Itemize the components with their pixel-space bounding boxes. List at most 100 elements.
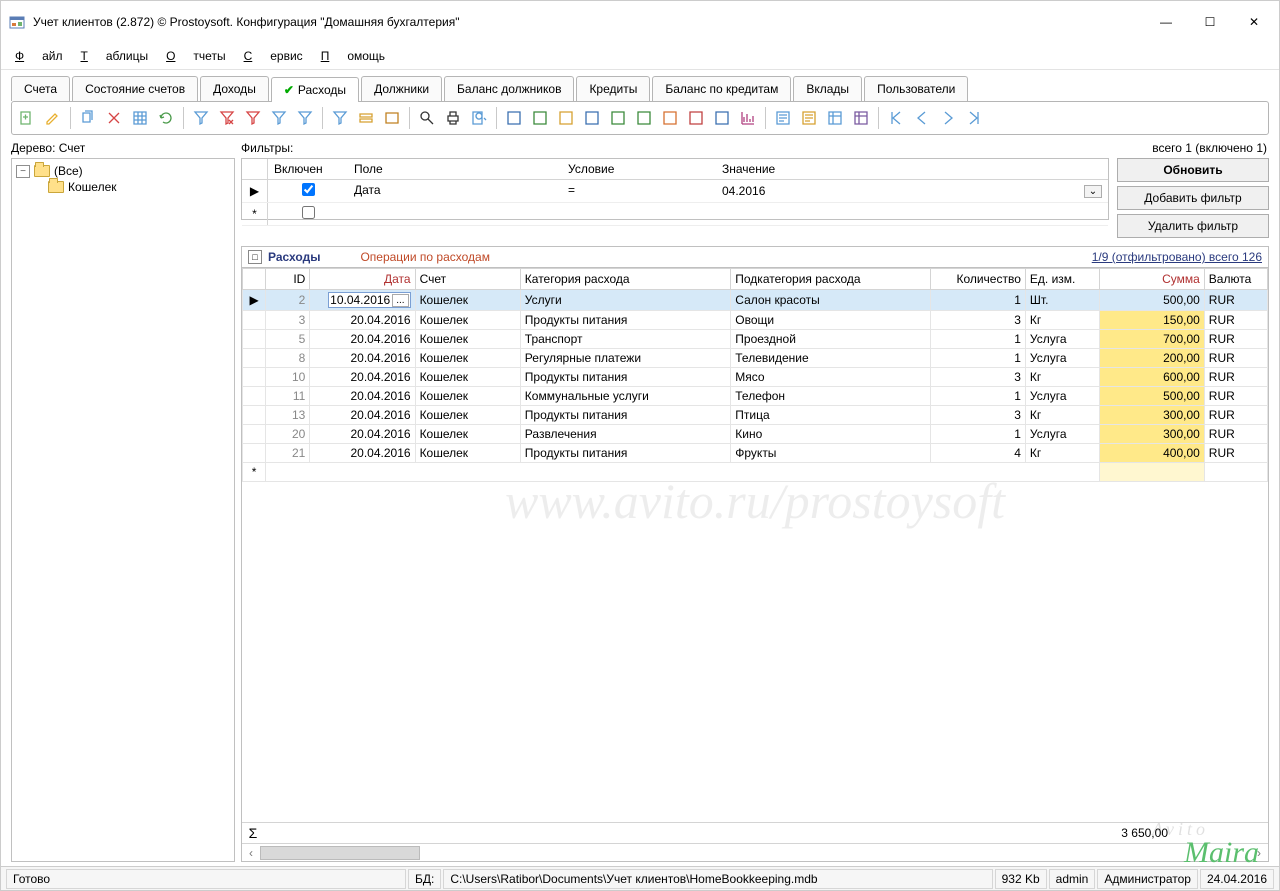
cell-acct[interactable]: Кошелек [415,406,520,425]
nav-next-icon[interactable] [936,106,960,130]
export-pdf-icon[interactable] [684,106,708,130]
menu-Файл[interactable]: Файл [15,49,63,63]
tab-Состояние счетов[interactable]: Состояние счетов [72,76,198,101]
col-cat[interactable]: Категория расхода [520,269,730,290]
cell-sum[interactable]: 700,00 [1099,330,1204,349]
cell-unit[interactable]: Услуга [1025,349,1099,368]
data-grid[interactable]: ID Дата Счет Категория расхода Подкатего… [241,267,1269,862]
tab-Кредиты[interactable]: Кредиты [576,76,650,101]
cell-sum[interactable]: 300,00 [1099,425,1204,444]
cell-cat[interactable]: Продукты питания [520,311,730,330]
cell-date[interactable]: 20.04.2016 [310,425,415,444]
cell-unit[interactable]: Услуга [1025,387,1099,406]
col-qty[interactable]: Количество [931,269,1026,290]
tab-Расходы[interactable]: Расходы [271,77,359,102]
table-row[interactable]: 820.04.2016КошелекРегулярные платежиТеле… [243,349,1268,368]
col-unit[interactable]: Ед. изм. [1025,269,1099,290]
filter-icon[interactable] [189,106,213,130]
cell-qty[interactable]: 1 [931,349,1026,368]
scroll-left-icon[interactable]: ‹ [242,846,260,860]
update-button[interactable]: Обновить [1117,158,1269,182]
delete-icon[interactable] [102,106,126,130]
cell-cur[interactable]: RUR [1204,349,1267,368]
table-row[interactable]: 2120.04.2016КошелекПродукты питанияФрукт… [243,444,1268,463]
cell-id[interactable]: 3 [266,311,310,330]
refresh-icon[interactable] [154,106,178,130]
cell-cur[interactable]: RUR [1204,330,1267,349]
cell-cur[interactable]: RUR [1204,290,1267,311]
cell-cat[interactable]: Продукты питания [520,406,730,425]
chart-icon[interactable] [736,106,760,130]
cell-unit[interactable]: Кг [1025,406,1099,425]
cell-qty[interactable]: 1 [931,290,1026,311]
cell-date[interactable]: 20.04.2016 [310,311,415,330]
nav-prev-icon[interactable] [910,106,934,130]
table-row[interactable]: 1020.04.2016КошелекПродукты питанияМясо3… [243,368,1268,387]
filter-clear-icon[interactable] [241,106,265,130]
minimize-button[interactable]: — [1145,9,1187,35]
cell-subcat[interactable]: Птица [731,406,931,425]
cell-unit[interactable]: Услуга [1025,425,1099,444]
cell-id[interactable]: 13 [266,406,310,425]
menu-Помощь[interactable]: Помощь [321,49,385,63]
new-row[interactable]: * [243,463,1268,482]
section-stat[interactable]: 1/9 (отфильтровано) всего 126 [1092,250,1262,264]
cell-unit[interactable]: Услуга [1025,330,1099,349]
cell-subcat[interactable]: Мясо [731,368,931,387]
cell-id[interactable]: 20 [266,425,310,444]
col-acct[interactable]: Счет [415,269,520,290]
cell-date[interactable]: 20.04.2016 [310,368,415,387]
cell-id[interactable]: 21 [266,444,310,463]
cell-subcat[interactable]: Овощи [731,311,931,330]
menu-Отчеты[interactable]: Отчеты [166,49,226,63]
dropdown-icon[interactable]: ⌄ [1084,185,1102,198]
filter-col-field[interactable]: Поле [348,159,562,179]
cell-sum[interactable]: 200,00 [1099,349,1204,368]
cell-subcat[interactable]: Кино [731,425,931,444]
col-cur[interactable]: Валюта [1204,269,1267,290]
cell-cur[interactable]: RUR [1204,387,1267,406]
table-row[interactable]: 1320.04.2016КошелекПродукты питанияПтица… [243,406,1268,425]
scroll-right-icon[interactable]: › [1250,846,1268,860]
col-sum[interactable]: Сумма [1099,269,1204,290]
cell-qty[interactable]: 1 [931,425,1026,444]
section-toggle-icon[interactable]: □ [248,250,262,264]
cell-acct[interactable]: Кошелек [415,330,520,349]
cell-cur[interactable]: RUR [1204,311,1267,330]
cell-subcat[interactable]: Телефон [731,387,931,406]
filter-col-enabled[interactable]: Включен [268,159,348,179]
cell-sum[interactable]: 600,00 [1099,368,1204,387]
cell-date[interactable]: 20.04.2016 [310,406,415,425]
tab-Доходы[interactable]: Доходы [200,76,269,101]
cell-cur[interactable]: RUR [1204,368,1267,387]
cell-cat[interactable]: Транспорт [520,330,730,349]
tab-Пользователи[interactable]: Пользователи [864,76,968,101]
table-row[interactable]: 520.04.2016КошелекТранспортПроездной1Усл… [243,330,1268,349]
export-word-icon[interactable] [502,106,526,130]
menu-Сервис[interactable]: Сервис [244,49,303,63]
cell-id[interactable]: 2 [266,290,310,311]
horizontal-scrollbar[interactable]: ‹ › [242,843,1268,861]
export-html-icon[interactable] [554,106,578,130]
cell-subcat[interactable]: Проездной [731,330,931,349]
filter-new-checkbox[interactable] [302,206,315,219]
cell-cur[interactable]: RUR [1204,425,1267,444]
cell-subcat[interactable]: Фрукты [731,444,931,463]
tree-root[interactable]: − (Все) [16,163,230,179]
add-filter-button[interactable]: Добавить фильтр [1117,186,1269,210]
table-row[interactable]: 320.04.2016КошелекПродукты питанияОвощи3… [243,311,1268,330]
col-id[interactable]: ID [266,269,310,290]
menu-Таблицы[interactable]: Таблицы [81,49,149,63]
cell-acct[interactable]: Кошелек [415,311,520,330]
export-xml-icon[interactable] [658,106,682,130]
cell-cat[interactable]: Развлечения [520,425,730,444]
template2-icon[interactable] [797,106,821,130]
cell-acct[interactable]: Кошелек [415,349,520,368]
filter-remove-icon[interactable] [215,106,239,130]
cell-id[interactable]: 10 [266,368,310,387]
collapse-icon[interactable]: − [16,165,30,178]
filter-editor-icon[interactable] [328,106,352,130]
date-picker-icon[interactable]: ... [392,294,408,307]
find-icon[interactable] [415,106,439,130]
edit-icon[interactable] [41,106,65,130]
